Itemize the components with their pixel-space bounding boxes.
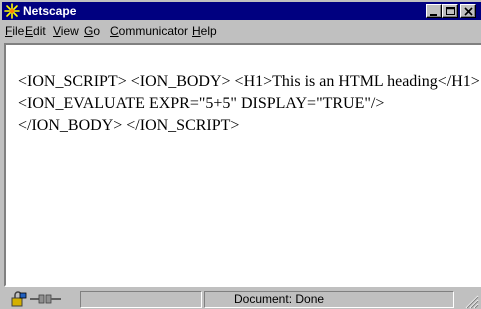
status-text: Document: Done [234, 292, 325, 306]
title-bar[interactable]: Netscape [2, 2, 481, 20]
security-lock-icon[interactable] [10, 291, 28, 307]
menu-edit-mnemonic: E [25, 24, 34, 38]
menu-view-mnemonic: V [53, 24, 61, 38]
menu-communicator-mnemonic: C [110, 24, 119, 38]
menu-go[interactable]: Go [84, 24, 100, 38]
menu-go-mnemonic: G [84, 24, 94, 38]
menu-help[interactable]: Help [192, 24, 217, 38]
menu-help-mnemonic: H [192, 24, 201, 38]
menu-edit-label: dit [33, 24, 46, 38]
page-content-text: <ION_SCRIPT> <ION_BODY> <H1>This is an H… [18, 73, 480, 134]
close-button[interactable] [460, 4, 476, 18]
menu-go-label: o [93, 24, 101, 38]
content-area[interactable]: <ION_SCRIPT> <ION_BODY> <H1>This is an H… [4, 43, 481, 287]
menu-view[interactable]: View [53, 24, 79, 38]
menu-file-label: ile [12, 24, 25, 38]
browser-window: Netscape File Edit View Go Communicator … [0, 0, 481, 309]
menu-file[interactable]: File [5, 24, 24, 38]
resize-grip-icon[interactable] [463, 293, 479, 309]
progress-panel [80, 291, 202, 308]
close-icon [464, 7, 473, 16]
menu-communicator[interactable]: Communicator [110, 24, 188, 38]
window-title: Netscape [23, 4, 77, 18]
netscape-star-icon [4, 3, 20, 19]
connection-plug-icon[interactable] [29, 291, 63, 307]
status-bar: Document: Done [2, 289, 481, 309]
minimize-icon [430, 14, 437, 16]
maximize-icon [446, 7, 455, 15]
maximize-button[interactable] [442, 4, 458, 18]
menu-view-label: iew [60, 24, 79, 38]
menu-bar: File Edit View Go Communicator Help [2, 20, 481, 42]
menu-edit[interactable]: Edit [25, 24, 46, 38]
menu-help-label: elp [200, 24, 217, 38]
menu-communicator-label: ommunicator [118, 24, 189, 38]
minimize-button[interactable] [426, 4, 442, 18]
